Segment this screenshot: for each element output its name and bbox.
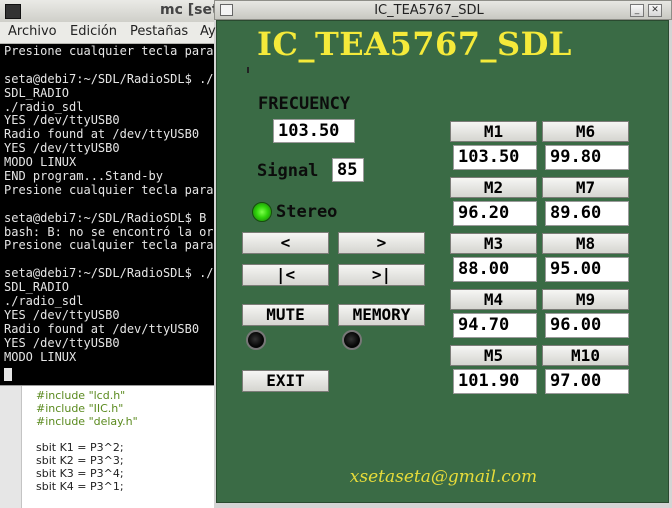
terminal-menubar: Archivo Edición Pestañas Ay (0, 22, 216, 44)
tick-mark (247, 67, 249, 73)
terminal-line: bash: B: no se encontró la ord (4, 224, 214, 239)
memory-m2-value: 96.20 (453, 201, 537, 226)
terminal-line: Presione cualquier tecla para (4, 182, 214, 197)
memory-m9-value: 96.00 (545, 313, 629, 338)
band-start-button[interactable]: |< (242, 264, 329, 286)
close-icon[interactable]: ✕ (648, 4, 662, 17)
code-line: #include "lcd.h" (36, 389, 126, 402)
terminal-line: YES /dev/ttyUSB0 (4, 113, 120, 128)
stereo-led (252, 202, 272, 222)
terminal-line: YES /dev/ttyUSB0 (4, 141, 120, 156)
frequency-display: 103.50 (273, 119, 355, 143)
memory-m1-value: 103.50 (453, 145, 537, 170)
memory-button[interactable]: MEMORY (338, 304, 425, 326)
stereo-label: Stereo (276, 202, 338, 222)
memory-m9-button[interactable]: M9 (542, 289, 629, 310)
terminal-line: END program...Stand-by (4, 169, 163, 184)
memory-m7-button[interactable]: M7 (542, 177, 629, 198)
terminal-titlebar[interactable]: mc [seta (0, 0, 228, 23)
band-end-button[interactable]: >| (338, 264, 425, 286)
terminal-line: Radio found at /dev/ttyUSB0 (4, 321, 200, 336)
terminal-window: mc [seta Archivo Edición Pestañas Ay Pre… (0, 0, 228, 385)
memory-m10-value: 97.00 (545, 369, 629, 394)
seek-down-button[interactable]: < (242, 232, 329, 254)
memory-m8-value: 95.00 (545, 257, 629, 282)
signal-label: Signal (257, 161, 319, 181)
menu-edicion[interactable]: Edición (70, 24, 117, 39)
frequency-label: FRECUENCY (258, 94, 351, 114)
code-line: sbit K4 = P3^1; (36, 480, 124, 493)
memory-m4-button[interactable]: M4 (450, 289, 537, 310)
terminal-line: SDL_RADIO (4, 85, 70, 100)
terminal-line: YES /dev/ttyUSB0 (4, 335, 120, 350)
terminal-cursor (4, 368, 12, 381)
editor-code: #include "lcd.h" #include "IIC.h" #inclu… (36, 389, 138, 493)
code-line: #include "delay.h" (36, 415, 138, 428)
terminal-line: ./radio_sdl (4, 294, 84, 309)
memory-m2-button[interactable]: M2 (450, 177, 537, 198)
terminal-line: seta@debi7:~/SDL/RadioSDL$ ./r (4, 266, 214, 281)
code-editor[interactable]: #include "lcd.h" #include "IIC.h" #inclu… (0, 385, 214, 508)
terminal-icon (5, 4, 21, 19)
memory-m5-button[interactable]: M5 (450, 345, 537, 366)
memory-m7-value: 89.60 (545, 201, 629, 226)
memory-m6-value: 99.80 (545, 145, 629, 170)
terminal-line: Radio found at /dev/ttyUSB0 (4, 127, 200, 142)
memory-led (342, 330, 362, 350)
terminal-line: MODO LINUX (4, 155, 77, 170)
memory-m6-button[interactable]: M6 (542, 121, 629, 142)
app-title: IC_TEA5767_SDL (257, 25, 572, 63)
code-line: sbit K3 = P3^4; (36, 467, 124, 480)
terminal-line: MODO LINUX (4, 349, 77, 364)
signal-display: 85 (332, 158, 364, 182)
code-line: sbit K1 = P3^2; (36, 441, 124, 454)
window-title: IC_TEA5767_SDL (374, 3, 484, 18)
terminal-line: Presione cualquier tecla para (4, 45, 214, 58)
terminal-line: YES /dev/ttyUSB0 (4, 307, 120, 322)
terminal-line: seta@debi7:~/SDL/RadioSDL$ ./r (4, 71, 214, 86)
memory-m3-button[interactable]: M3 (450, 233, 537, 254)
editor-gutter (0, 386, 22, 508)
terminal-line: ./radio_sdl (4, 99, 84, 114)
mute-led (246, 330, 266, 350)
author-email: xsetaseta@gmail.com (349, 467, 538, 487)
seek-up-button[interactable]: > (338, 232, 425, 254)
code-line: #include "IIC.h" (36, 402, 124, 415)
radio-panel: IC_TEA5767_SDL FRECUENCY 103.50 Signal 8… (216, 20, 669, 503)
memory-m3-value: 88.00 (453, 257, 537, 282)
minimize-icon[interactable]: _ (630, 4, 644, 17)
mute-button[interactable]: MUTE (242, 304, 329, 326)
radio-window: IC_TEA5767_SDL _ ✕ IC_TEA5767_SDL FRECUE… (214, 0, 672, 507)
radio-window-titlebar[interactable]: IC_TEA5767_SDL _ ✕ (214, 0, 672, 20)
terminal-line: Presione cualquier tecla para (4, 238, 214, 253)
menu-pestanas[interactable]: Pestañas (130, 24, 188, 39)
memory-m10-button[interactable]: M10 (542, 345, 629, 366)
memory-m4-value: 94.70 (453, 313, 537, 338)
terminal-line: seta@debi7:~/SDL/RadioSDL$ B (4, 210, 207, 225)
code-line: sbit K2 = P3^3; (36, 454, 124, 467)
terminal-output[interactable]: Presione cualquier tecla para seta@debi7:… (4, 45, 214, 383)
menu-archivo[interactable]: Archivo (8, 24, 57, 39)
memory-m1-button[interactable]: M1 (450, 121, 537, 142)
terminal-line: SDL_RADIO (4, 280, 70, 295)
exit-button[interactable]: EXIT (242, 370, 329, 392)
memory-m8-button[interactable]: M8 (542, 233, 629, 254)
memory-m5-value: 101.90 (453, 369, 537, 394)
